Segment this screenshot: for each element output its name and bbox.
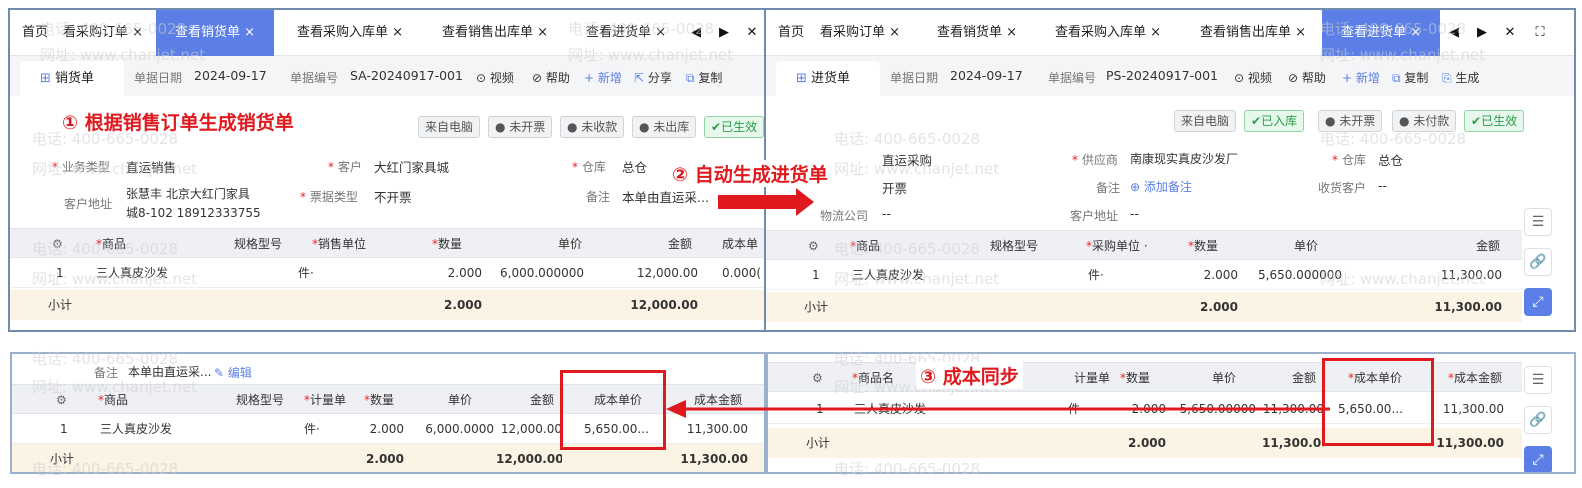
arrow-left-head-icon [666,400,686,418]
cost-price-highlight-left [560,370,666,450]
arrow-right-icon [718,188,814,216]
cost-price-highlight-right [1322,358,1434,446]
